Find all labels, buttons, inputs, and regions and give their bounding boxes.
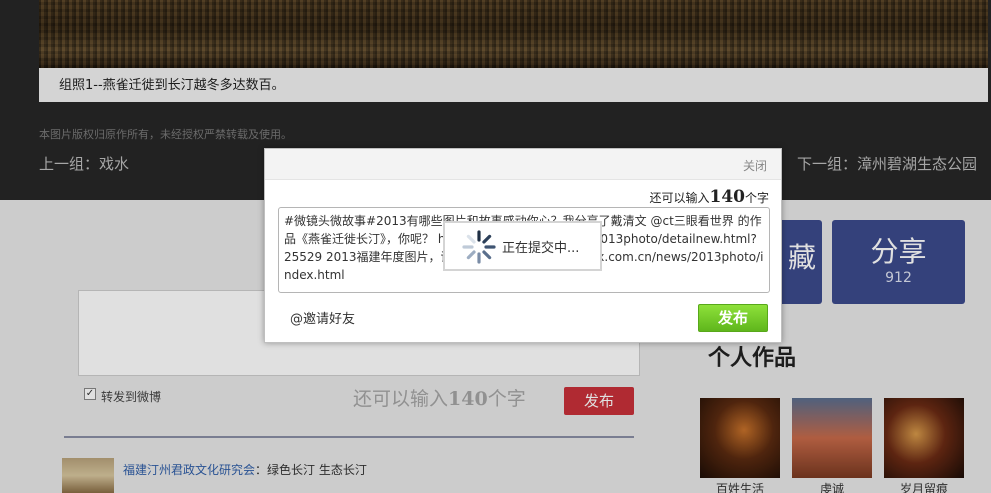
dialog-remaining-count: 140 (709, 187, 745, 207)
publish-button[interactable]: 发布 (698, 304, 768, 332)
dialog-remaining-prefix: 还可以输入 (649, 191, 710, 205)
loading-spinner-icon (462, 230, 496, 264)
close-button[interactable]: 关闭 (743, 157, 767, 174)
loading-text: 正在提交中... (502, 241, 580, 256)
invite-friends-link[interactable]: @邀请好友 (290, 308, 355, 327)
dialog-remaining-chars: 还可以输入140个字 (649, 187, 769, 207)
dialog-header: 关闭 (265, 149, 781, 180)
dialog-remaining-suffix: 个字 (744, 191, 769, 205)
loading-toast: 正在提交中... (443, 221, 602, 271)
